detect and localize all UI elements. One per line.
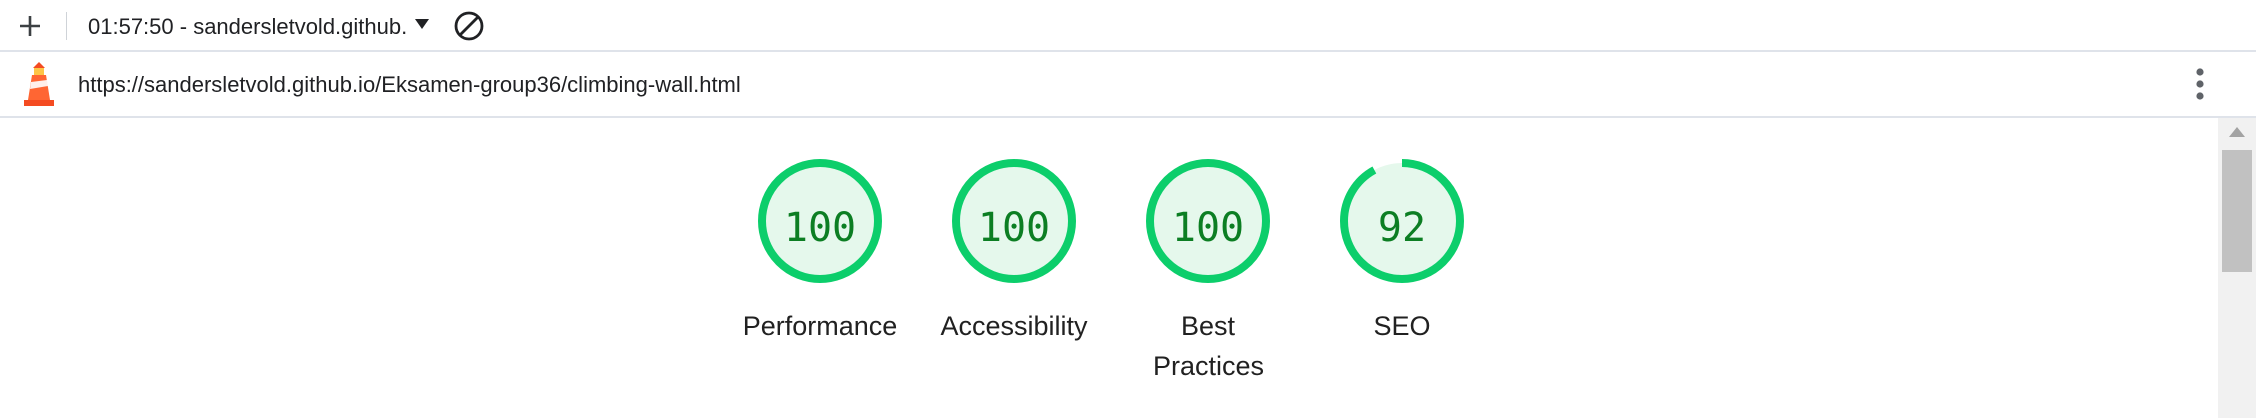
page-url: https://sandersletvold.github.io/Eksamen… — [78, 72, 741, 97]
block-icon — [454, 11, 484, 41]
gauge-performance[interactable]: 100 Performance — [730, 156, 910, 406]
report-selector-label: 01:57:50 - sandersletvold.github.io — [88, 14, 408, 39]
gauge-label: Performance — [742, 311, 898, 341]
score-gauges: 100 Performance 100 Accessibility 100 Be… — [730, 156, 1470, 406]
caret-down-icon — [415, 19, 429, 29]
clear-reports-button[interactable] — [452, 9, 486, 43]
devtools-toolbar: 01:57:50 - sandersletvold.github.io — [0, 0, 2256, 52]
lighthouse-icon — [20, 60, 58, 108]
gauge-seo[interactable]: 92 SEO — [1312, 156, 1492, 406]
more-options-button[interactable] — [2186, 66, 2214, 102]
scroll-up-arrow-icon[interactable] — [2228, 126, 2246, 138]
report-content: 100 Performance 100 Accessibility 100 Be… — [0, 118, 2218, 418]
gauge-score: 100 — [977, 205, 1051, 251]
vertical-scrollbar[interactable] — [2218, 118, 2256, 418]
gauge-score: 100 — [1171, 205, 1245, 251]
gauge-score: 100 — [783, 205, 857, 251]
report-selector[interactable]: 01:57:50 - sandersletvold.github.io — [88, 8, 429, 44]
gauge-label: Accessibility — [940, 311, 1088, 341]
gauge-label: Best Practices — [1153, 311, 1265, 381]
gauge-accessibility[interactable]: 100 Accessibility — [924, 156, 1104, 406]
plus-icon — [20, 16, 40, 36]
new-report-button[interactable] — [12, 10, 48, 42]
toolbar-divider — [66, 12, 67, 40]
gauge-best-practices[interactable]: 100 Best Practices — [1118, 156, 1298, 406]
scrollbar-thumb[interactable] — [2222, 150, 2252, 272]
gauge-score: 92 — [1377, 205, 1427, 251]
more-vertical-icon — [2196, 68, 2204, 100]
gauge-label: SEO — [1373, 311, 1431, 341]
url-bar: https://sandersletvold.github.io/Eksamen… — [0, 52, 2256, 118]
